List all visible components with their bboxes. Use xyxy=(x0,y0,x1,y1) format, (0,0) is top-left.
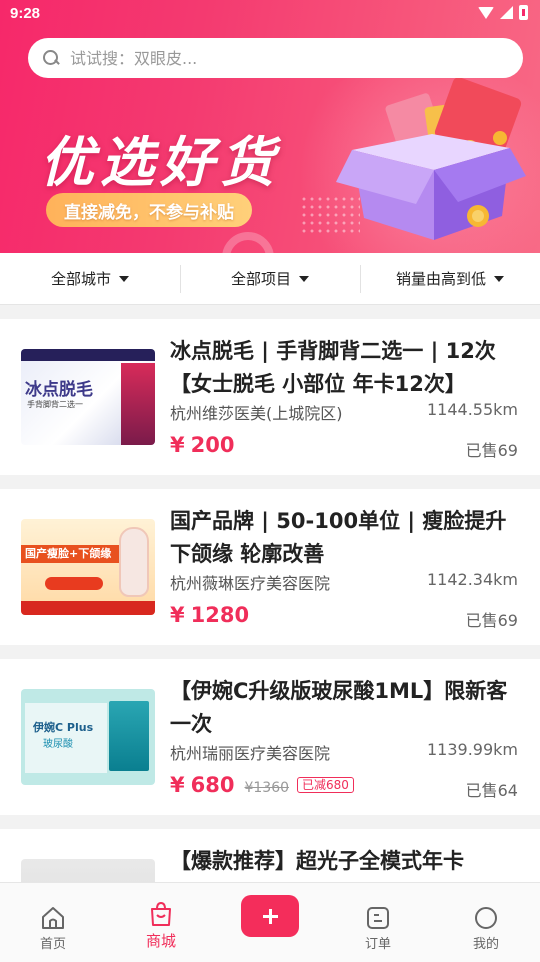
caret-down-icon xyxy=(119,275,129,282)
currency-symbol: ¥ xyxy=(170,433,185,457)
product-sold-count: 已售69 xyxy=(465,611,518,630)
product-shop: 杭州薇琳医疗美容医院 xyxy=(170,574,331,593)
filter-city-label: 全部城市 xyxy=(50,270,111,288)
product-card[interactable]: 伊婉C Plus 玻尿酸 【伊婉C升级版玻尿酸1ML】限新客一次 杭州瑞丽医疗美… xyxy=(0,659,540,815)
product-distance: 1144.55km xyxy=(426,400,518,419)
product-title: 【伊婉C升级版玻尿酸1ML】限新客一次 xyxy=(170,679,508,736)
product-title: 国产品牌 | 50-100单位 | 瘦脸提升 下颌缘 轮廓改善 xyxy=(170,509,507,566)
product-price: ¥200 xyxy=(170,433,234,457)
filter-project-dropdown[interactable]: 全部项目 xyxy=(180,253,360,304)
product-title: 冰点脱毛 | 手背脚背二选一 | 12次【女士脱毛 小部位 年卡12次】 xyxy=(170,339,496,396)
currency-symbol: ¥ xyxy=(170,603,185,627)
shopping-bag-icon xyxy=(151,901,171,926)
nav-mall[interactable]: 商城 xyxy=(121,883,201,962)
thumbnail-side-graphic xyxy=(121,363,155,445)
product-distance: 1139.99km xyxy=(426,740,518,759)
filter-project-label: 全部项目 xyxy=(230,270,291,288)
profile-icon xyxy=(475,907,497,929)
nav-home-label: 首页 xyxy=(39,937,66,952)
price-value: 1280 xyxy=(190,603,250,627)
discount-tag: 已减680 xyxy=(297,777,354,793)
hero-banner[interactable]: 9:28 优选好货 直接减免，不参与补贴 xyxy=(0,0,540,253)
status-icons xyxy=(478,5,528,20)
original-price: ¥1360 xyxy=(244,780,290,796)
caret-down-icon xyxy=(494,275,504,282)
caret-down-icon xyxy=(299,275,309,282)
filter-city-dropdown[interactable]: 全部城市 xyxy=(0,253,180,304)
thumbnail-headline: 国产瘦脸+下颌缘 xyxy=(21,545,121,563)
status-time: 9:28 xyxy=(10,5,41,22)
add-button[interactable] xyxy=(241,895,299,937)
nav-orders[interactable]: 订单 xyxy=(338,883,418,962)
banner-ring-decoration xyxy=(222,232,274,253)
thumbnail-footer-strip xyxy=(21,601,155,615)
product-card[interactable]: 冰点脱毛 手背脚背二选一 冰点脱毛 | 手背脚背二选一 | 12次【女士脱毛 小… xyxy=(0,319,540,475)
nav-mine-label: 我的 xyxy=(472,937,499,952)
thumbnail-caption: 玻尿酸 xyxy=(43,739,73,750)
thumbnail-mascot xyxy=(119,527,149,597)
search-input[interactable] xyxy=(70,48,490,68)
home-icon xyxy=(42,907,64,929)
price-value: 200 xyxy=(190,433,235,457)
battery-icon xyxy=(519,5,528,20)
product-price: ¥1280 xyxy=(170,603,249,627)
banner-subtitle-badge: 直接减免，不参与补贴 xyxy=(46,193,252,227)
filter-sort-label: 销量由高到低 xyxy=(395,270,486,288)
nav-mine[interactable]: 我的 xyxy=(446,883,526,962)
nav-home[interactable]: 首页 xyxy=(13,883,93,962)
product-sold-count: 已售69 xyxy=(465,441,518,460)
search-bar[interactable] xyxy=(28,38,523,78)
search-icon xyxy=(42,49,60,67)
product-shop: 杭州瑞丽医疗美容医院 xyxy=(170,744,331,763)
product-thumbnail: 国产瘦脸+下颌缘 xyxy=(21,519,155,615)
price-value: 680 xyxy=(190,773,235,797)
status-bar: 9:28 xyxy=(0,0,540,28)
product-thumbnail: 伊婉C Plus 玻尿酸 xyxy=(21,689,155,785)
signal-icon xyxy=(500,6,513,19)
product-thumbnail: 冰点脱毛 手背脚背二选一 xyxy=(21,349,155,445)
filter-sort-dropdown[interactable]: 销量由高到低 xyxy=(360,253,540,304)
product-distance: 1142.34km xyxy=(426,570,518,589)
currency-symbol: ¥ xyxy=(170,773,185,797)
thumbnail-caption: 手背脚背二选一 xyxy=(27,400,83,409)
thumbnail-product-pack xyxy=(109,701,149,771)
nav-mall-label: 商城 xyxy=(145,932,176,950)
banner-title: 优选好货 xyxy=(40,131,280,194)
product-title: 【爆款推荐】超光子全模式年卡 xyxy=(170,849,464,873)
product-card[interactable]: 国产瘦脸+下颌缘 国产品牌 | 50-100单位 | 瘦脸提升 下颌缘 轮廓改善… xyxy=(0,489,540,645)
thumbnail-headline: 伊婉C Plus xyxy=(33,721,94,734)
product-shop: 杭州维莎医美(上城院区) xyxy=(170,404,343,423)
thumbnail-header-strip xyxy=(21,349,155,361)
orders-icon xyxy=(367,907,389,929)
gift-box-illustration xyxy=(336,78,526,240)
filter-bar: 全部城市 全部项目 销量由高到低 xyxy=(0,253,540,305)
product-sold-count: 已售64 xyxy=(465,781,518,800)
wifi-icon xyxy=(478,6,494,19)
bottom-nav: 首页 商城 订单 我的 xyxy=(0,882,540,962)
product-price: ¥680 ¥1360 已减680 xyxy=(170,773,354,797)
thumbnail-headline: 冰点脱毛 xyxy=(25,380,93,400)
nav-orders-label: 订单 xyxy=(364,937,391,952)
thumbnail-button-graphic xyxy=(45,577,103,590)
